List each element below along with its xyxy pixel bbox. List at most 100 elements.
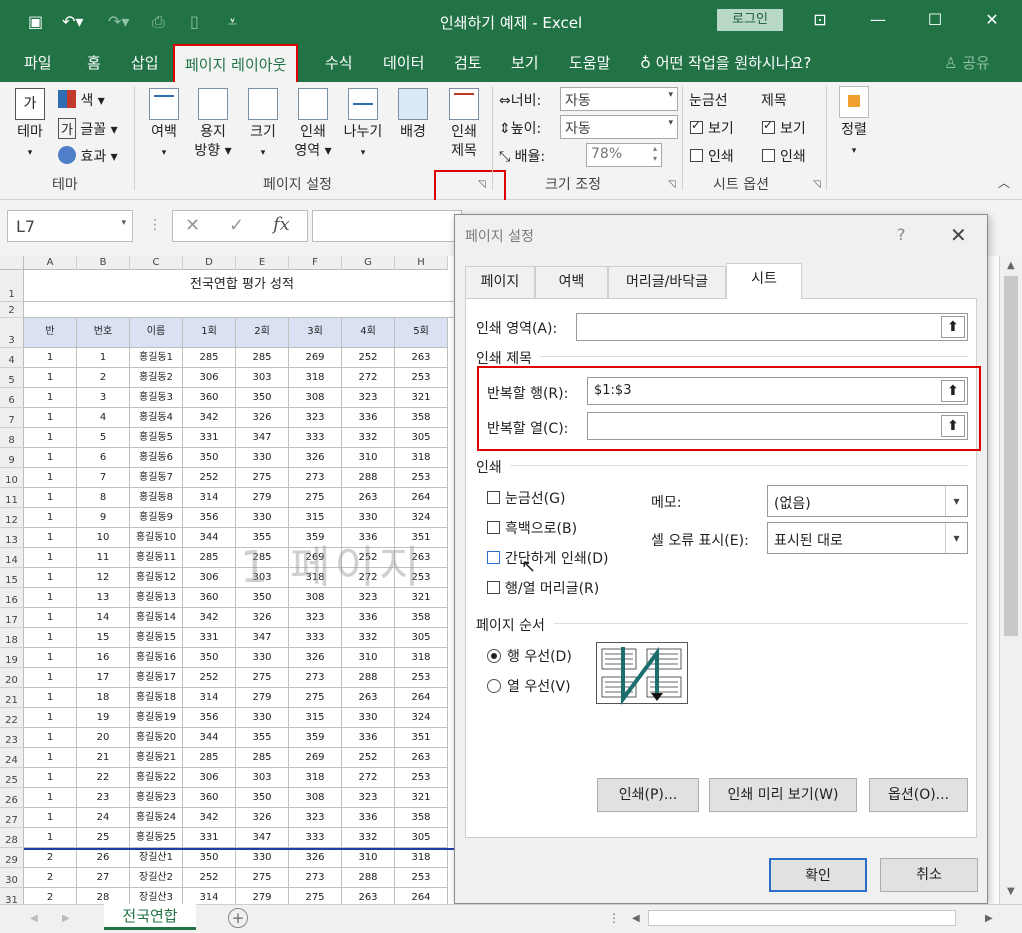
row-header[interactable]: 12 (0, 508, 24, 528)
table-cell[interactable]: 15 (77, 628, 130, 648)
table-cell[interactable]: 23 (77, 788, 130, 808)
collapse-dialog-icon[interactable]: ⬆ (941, 316, 965, 338)
scale-spinner[interactable]: 78% ▴ ▾ (586, 143, 662, 167)
table-cell[interactable]: 14 (77, 608, 130, 628)
orientation-button[interactable]: 용지 방향 ▾ (189, 88, 237, 161)
table-cell[interactable]: 344 (183, 528, 236, 548)
table-cell[interactable]: 252 (342, 348, 395, 368)
table-cell[interactable]: 273 (289, 468, 342, 488)
table-cell[interactable]: 342 (183, 808, 236, 828)
row-header[interactable]: 22 (0, 708, 24, 728)
table-cell[interactable]: 홍길동22 (130, 768, 183, 788)
table-cell[interactable]: 333 (289, 428, 342, 448)
table-cell[interactable]: 홍길동12 (130, 568, 183, 588)
row-header[interactable]: 2 (0, 302, 24, 318)
table-cell[interactable]: 310 (342, 648, 395, 668)
table-cell[interactable]: 28 (77, 888, 130, 904)
table-cell[interactable]: 1 (24, 668, 77, 688)
table-header-cell[interactable]: 4회 (342, 318, 395, 348)
row-header[interactable]: 7 (0, 408, 24, 428)
table-cell[interactable]: 359 (289, 728, 342, 748)
table-cell[interactable]: 350 (183, 848, 236, 868)
table-cell[interactable]: 305 (395, 628, 448, 648)
table-cell[interactable]: 1 (24, 528, 77, 548)
table-cell[interactable]: 263 (395, 748, 448, 768)
table-cell[interactable]: 344 (183, 728, 236, 748)
row-header[interactable]: 29 (0, 848, 24, 868)
row-header[interactable]: 21 (0, 688, 24, 708)
login-button[interactable]: 로그인 (717, 9, 783, 31)
table-cell[interactable]: 314 (183, 488, 236, 508)
table-cell[interactable]: 1 (24, 808, 77, 828)
table-cell[interactable]: 275 (289, 688, 342, 708)
gridlines-print-checkbox[interactable]: 인쇄 (690, 146, 734, 166)
table-cell[interactable]: 314 (183, 688, 236, 708)
table-cell[interactable]: 275 (289, 888, 342, 904)
ribbon-display-icon[interactable]: ⊡ (810, 10, 830, 30)
table-cell[interactable]: 20 (77, 728, 130, 748)
table-cell[interactable]: 279 (236, 488, 289, 508)
table-cell[interactable]: 272 (342, 368, 395, 388)
table-cell[interactable]: 1 (24, 788, 77, 808)
table-cell[interactable]: 288 (342, 468, 395, 488)
collapse-ribbon-icon[interactable]: ︿ (998, 174, 1010, 191)
print-titles-button[interactable]: 인쇄 제목 (445, 88, 483, 161)
table-cell[interactable]: 355 (236, 728, 289, 748)
column-header[interactable]: B (77, 256, 130, 270)
table-cell[interactable]: 10 (77, 528, 130, 548)
table-cell[interactable]: 356 (183, 708, 236, 728)
table-cell[interactable]: 264 (395, 488, 448, 508)
minimize-icon[interactable]: — (868, 10, 888, 30)
tab-insert[interactable]: 삽입 (131, 52, 159, 73)
table-cell[interactable]: 16 (77, 648, 130, 668)
table-cell[interactable]: 324 (395, 508, 448, 528)
table-cell[interactable]: 1 (24, 688, 77, 708)
column-header[interactable]: H (395, 256, 448, 270)
row-header[interactable]: 27 (0, 808, 24, 828)
row-header[interactable]: 14 (0, 548, 24, 568)
tab-file[interactable]: 파일 (24, 52, 52, 73)
row-header[interactable]: 26 (0, 788, 24, 808)
table-cell[interactable]: 342 (183, 608, 236, 628)
table-cell[interactable]: 263 (395, 348, 448, 368)
table-cell[interactable]: 21 (77, 748, 130, 768)
table-cell[interactable]: 홍길동14 (130, 608, 183, 628)
sheet-tab-active[interactable]: 전국연합 (104, 904, 196, 930)
tell-me-box[interactable]: ♁ 어떤 작업을 원하시나요? (640, 52, 811, 73)
table-cell[interactable]: 342 (183, 408, 236, 428)
table-cell[interactable]: 1 (24, 388, 77, 408)
row-header[interactable]: 10 (0, 468, 24, 488)
table-cell[interactable]: 27 (77, 868, 130, 888)
print-preview-button[interactable]: 인쇄 미리 보기(W) (709, 778, 857, 812)
table-cell[interactable]: 1 (24, 488, 77, 508)
gridlines-checkbox[interactable]: 눈금선(G) (487, 488, 565, 508)
table-cell[interactable]: 321 (395, 788, 448, 808)
tab-sheet[interactable]: 시트 (726, 263, 802, 299)
margins-button[interactable]: 여백 ▾ (145, 88, 183, 163)
row-header[interactable]: 5 (0, 368, 24, 388)
draft-quality-checkbox[interactable]: 간단하게 인쇄(D) (487, 548, 608, 568)
headings-print-checkbox[interactable]: 인쇄 (762, 146, 806, 166)
table-cell[interactable]: 347 (236, 628, 289, 648)
table-cell[interactable]: 4 (77, 408, 130, 428)
prev-sheet-icon[interactable]: ◀ (30, 913, 38, 924)
table-cell[interactable]: 332 (342, 628, 395, 648)
table-cell[interactable]: 347 (236, 828, 289, 848)
table-cell[interactable]: 323 (342, 388, 395, 408)
table-cell[interactable]: 326 (236, 408, 289, 428)
table-cell[interactable]: 홍길동1 (130, 348, 183, 368)
table-cell[interactable]: 330 (236, 708, 289, 728)
background-button[interactable]: 배경 (395, 88, 431, 142)
table-cell[interactable]: 홍길동6 (130, 448, 183, 468)
table-cell[interactable]: 홍길동4 (130, 408, 183, 428)
table-cell[interactable]: 285 (236, 348, 289, 368)
table-cell[interactable]: 347 (236, 428, 289, 448)
table-cell[interactable]: 330 (236, 508, 289, 528)
comments-select[interactable]: (없음) ▾ (767, 485, 968, 517)
scale-dialog-launcher-icon[interactable]: ◹ (668, 179, 676, 190)
table-cell[interactable]: 306 (183, 568, 236, 588)
table-cell[interactable]: 26 (77, 848, 130, 868)
close-icon[interactable]: ✕ (982, 10, 1002, 30)
table-cell[interactable]: 252 (183, 868, 236, 888)
name-box[interactable]: L7 ▾ (7, 210, 133, 242)
